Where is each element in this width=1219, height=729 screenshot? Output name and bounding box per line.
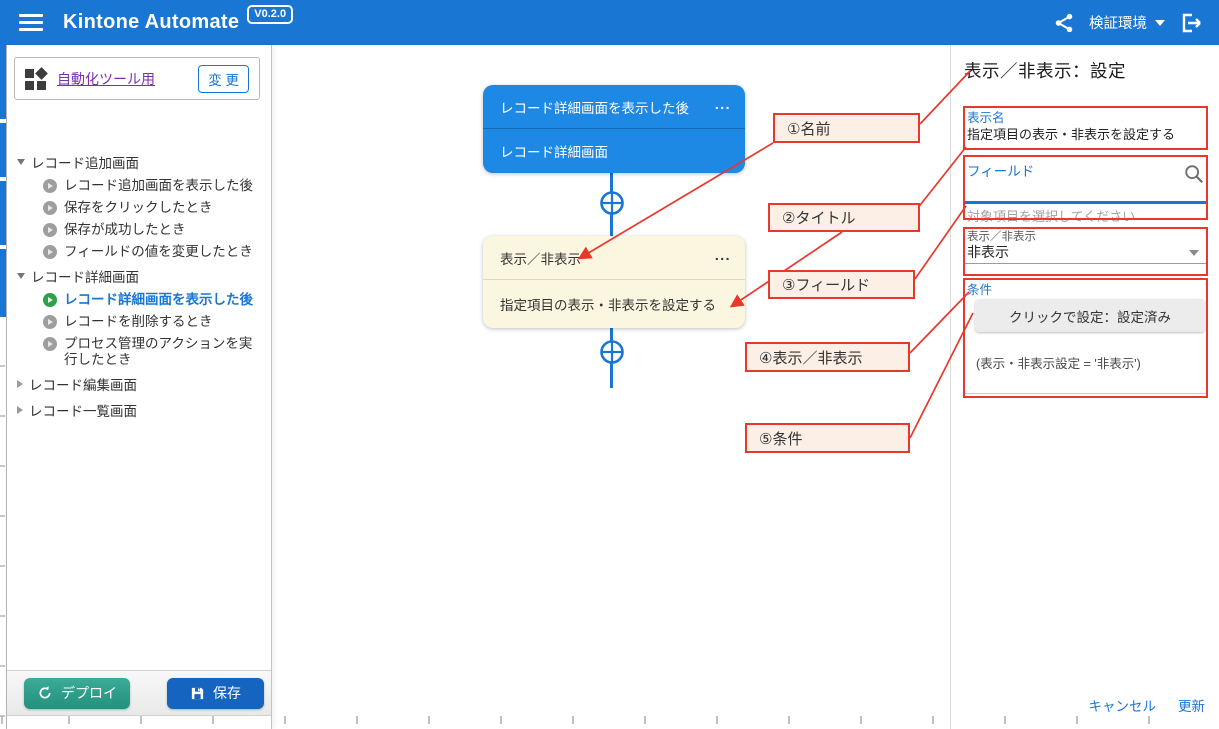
condition-underline <box>964 393 1206 394</box>
floppy-disk-icon <box>190 686 205 701</box>
play-circle-icon <box>43 337 57 351</box>
annotation-field: ③フィールド <box>768 270 915 299</box>
chevron-closed-icon <box>17 380 23 388</box>
event-node-title: レコード詳細画面を表示した後 <box>500 97 689 117</box>
more-dots-icon[interactable]: ... <box>715 96 731 112</box>
add-step-icon[interactable] <box>599 190 625 216</box>
action-node-description: 指定項目の表示・非表示を設定する <box>483 280 745 328</box>
play-circle-icon <box>43 201 57 215</box>
app-selector-box: 自動化ツール用 変 更 <box>14 57 260 100</box>
deploy-button[interactable]: デプロイ <box>24 678 130 709</box>
tree-group-record-add[interactable]: レコード追加画面 <box>13 149 265 175</box>
condition-label: 条件 <box>967 279 992 298</box>
tree-item[interactable]: プロセス管理のアクションを実行したとき <box>13 333 265 371</box>
field-input-underline <box>964 201 1206 204</box>
change-app-button[interactable]: 変 更 <box>198 65 249 93</box>
tree-item[interactable]: フィールドの値を変更したとき <box>13 241 265 263</box>
search-icon[interactable] <box>1183 163 1205 185</box>
cancel-button[interactable]: キャンセル <box>1089 695 1157 715</box>
tree-item[interactable]: 保存をクリックしたとき <box>13 197 265 219</box>
field-input-placeholder[interactable]: 対象項目を選択してください <box>967 206 1135 225</box>
more-dots-icon[interactable]: ... <box>715 247 731 263</box>
annotation-name: ①名前 <box>773 113 920 143</box>
tree-item[interactable]: レコードを削除するとき <box>13 311 265 333</box>
left-ruler <box>0 365 5 729</box>
tree-group-record-edit[interactable]: レコード編集画面 <box>13 371 265 397</box>
app-title: Kintone Automate <box>63 11 239 34</box>
play-circle-icon <box>43 245 57 259</box>
chevron-open-icon <box>17 273 25 279</box>
condition-summary: (表示・非表示設定 = '非表示') <box>976 353 1141 372</box>
tree-group-record-detail[interactable]: レコード詳細画面 <box>13 263 265 289</box>
tree-group-record-list[interactable]: レコード一覧画面 <box>13 397 265 423</box>
chevron-down-icon <box>1155 20 1165 26</box>
app-icon <box>25 68 47 90</box>
update-button[interactable]: 更新 <box>1178 695 1205 715</box>
play-circle-icon <box>43 293 57 307</box>
event-node[interactable]: レコード詳細画面を表示した後 ... レコード詳細画面 <box>483 85 745 173</box>
app-window: Kintone Automate V0.2.0 検証環境 <box>0 0 1219 729</box>
visibility-select-value[interactable]: 非表示 <box>967 242 1009 262</box>
event-node-screen: レコード詳細画面 <box>483 129 745 173</box>
display-name-value[interactable]: 指定項目の表示・非表示を設定する <box>967 124 1207 143</box>
annotation-condition: ⑤条件 <box>745 423 910 453</box>
sync-icon <box>37 685 53 701</box>
panel-title: 表示／非表示：設定 <box>964 58 1126 83</box>
action-node[interactable]: 表示／非表示 ... 指定項目の表示・非表示を設定する <box>483 236 745 328</box>
app-link[interactable]: 自動化ツール用 <box>57 69 155 89</box>
bottom-ruler <box>0 716 1219 724</box>
chevron-open-icon <box>17 159 25 165</box>
condition-set-button[interactable]: クリックで設定：設定済み <box>975 299 1205 332</box>
chevron-closed-icon <box>17 406 23 414</box>
add-step-icon[interactable] <box>599 339 625 365</box>
settings-panel: 表示／非表示：設定 表示名 指定項目の表示・非表示を設定する フィールド 対象項… <box>950 45 1219 729</box>
tree-item[interactable]: レコード追加画面を表示した後 <box>13 175 265 197</box>
sidebar: 自動化ツール用 変 更 レコード追加画面 レコード追加画面を表示した後 保存をク… <box>7 45 272 729</box>
environment-selector[interactable]: 検証環境 <box>1089 12 1165 33</box>
play-circle-icon <box>43 315 57 329</box>
highlight-condition <box>963 278 1208 398</box>
save-button[interactable]: 保存 <box>167 678 264 709</box>
tree-item-selected[interactable]: レコード詳細画面を表示した後 <box>13 289 265 311</box>
app-header: Kintone Automate V0.2.0 検証環境 <box>0 0 1219 45</box>
left-scroll-strip[interactable] <box>0 45 7 729</box>
tree-item[interactable]: 保存が成功したとき <box>13 219 265 241</box>
chevron-down-icon[interactable] <box>1189 250 1199 256</box>
annotation-title: ②タイトル <box>768 203 920 232</box>
version-badge: V0.2.0 <box>247 5 293 24</box>
action-node-title: 表示／非表示 <box>500 248 581 268</box>
logout-icon[interactable] <box>1179 11 1203 35</box>
play-circle-icon <box>43 223 57 237</box>
environment-label: 検証環境 <box>1089 12 1147 33</box>
play-circle-icon <box>43 179 57 193</box>
hamburger-icon[interactable] <box>19 14 43 31</box>
sidebar-footer: デプロイ 保存 <box>7 670 271 716</box>
annotation-visibility: ④表示／非表示 <box>745 342 910 372</box>
visibility-underline <box>964 263 1206 264</box>
event-tree: レコード追加画面 レコード追加画面を表示した後 保存をクリックしたとき 保存が成… <box>13 149 265 423</box>
share-icon[interactable] <box>1053 12 1075 34</box>
field-label: フィールド <box>967 160 1034 180</box>
